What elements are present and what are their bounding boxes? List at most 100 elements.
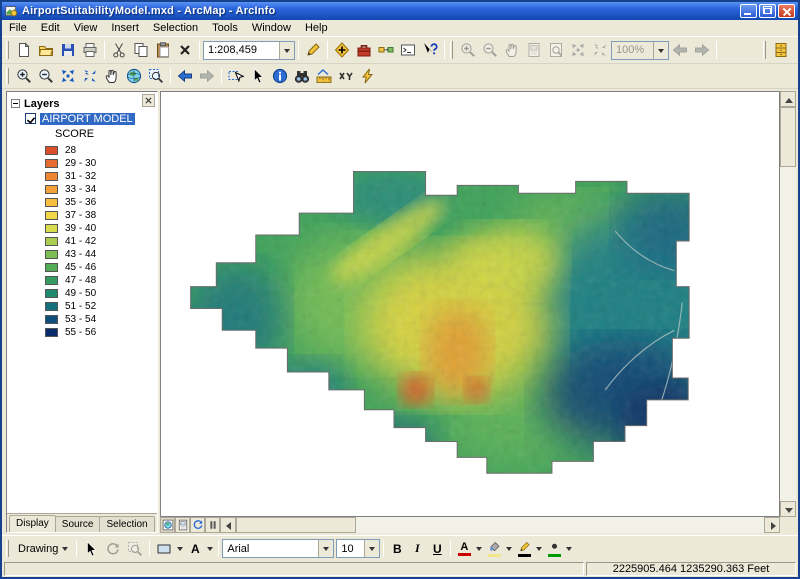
- toc-root-row[interactable]: Layers: [11, 96, 157, 111]
- fill-color-button[interactable]: [484, 539, 504, 559]
- pause-drawing-button[interactable]: [205, 517, 220, 533]
- toc-tab-selection[interactable]: Selection: [99, 516, 155, 532]
- text-tool-button[interactable]: A: [185, 539, 205, 559]
- identify-button[interactable]: [269, 66, 291, 87]
- legend-color-swatch[interactable]: [45, 146, 58, 155]
- legend-color-swatch[interactable]: [45, 172, 58, 181]
- shape-tool-dropdown[interactable]: [175, 539, 185, 559]
- pan-tool-button[interactable]: [101, 66, 123, 87]
- marker-color-button[interactable]: [544, 539, 564, 559]
- arccatalog-button[interactable]: [770, 40, 792, 61]
- zoom-in-tool-button[interactable]: [13, 66, 35, 87]
- find-button[interactable]: [291, 66, 313, 87]
- legend-color-swatch[interactable]: [45, 263, 58, 272]
- layout-fixed-zoom-in-button[interactable]: [567, 40, 589, 61]
- fixed-zoom-in-button[interactable]: [57, 66, 79, 87]
- fill-color-dropdown[interactable]: [504, 539, 514, 559]
- menu-item-help[interactable]: Help: [298, 21, 335, 35]
- layout-zoom-out-button[interactable]: [479, 40, 501, 61]
- font-size-combo[interactable]: 10: [336, 539, 381, 558]
- legend-color-swatch[interactable]: [45, 185, 58, 194]
- menu-item-selection[interactable]: Selection: [146, 21, 205, 35]
- command-line-button[interactable]: [397, 40, 419, 61]
- measure-button[interactable]: [313, 66, 335, 87]
- layout-fixed-zoom-out-button[interactable]: [589, 40, 611, 61]
- fixed-zoom-out-button[interactable]: [79, 66, 101, 87]
- scroll-right-button[interactable]: [764, 517, 780, 533]
- underline-button[interactable]: U: [427, 539, 447, 559]
- vertical-scroll-thumb[interactable]: [780, 107, 796, 167]
- scroll-down-button[interactable]: [780, 501, 796, 517]
- menu-item-edit[interactable]: Edit: [34, 21, 67, 35]
- legend-color-swatch[interactable]: [45, 237, 58, 246]
- layout-back-extent-button[interactable]: [669, 40, 691, 61]
- close-button[interactable]: [778, 4, 795, 18]
- draw-select-elements-button[interactable]: [80, 538, 102, 559]
- italic-button[interactable]: I: [407, 539, 427, 559]
- toolbar-grip[interactable]: [6, 539, 9, 558]
- drawing-menu-button[interactable]: Drawing: [13, 540, 73, 558]
- scroll-left-button[interactable]: [220, 517, 236, 533]
- font-size-dropdown[interactable]: [364, 540, 380, 557]
- editor-toolbar-button[interactable]: [302, 40, 324, 61]
- layer-visibility-checkbox[interactable]: [25, 113, 36, 124]
- layout-view-button[interactable]: [175, 517, 190, 533]
- horizontal-scroll-thumb[interactable]: [236, 517, 356, 533]
- full-extent-button[interactable]: [123, 66, 145, 87]
- legend-color-swatch[interactable]: [45, 250, 58, 259]
- legend-color-swatch[interactable]: [45, 159, 58, 168]
- scroll-up-button[interactable]: [780, 91, 796, 107]
- menu-item-insert[interactable]: Insert: [104, 21, 146, 35]
- go-to-xy-button[interactable]: [335, 66, 357, 87]
- toolbar-grip[interactable]: [6, 67, 9, 85]
- open-map-button[interactable]: [35, 40, 57, 61]
- bold-button[interactable]: B: [387, 539, 407, 559]
- line-color-button[interactable]: [514, 539, 534, 559]
- toc-tab-source[interactable]: Source: [54, 516, 101, 532]
- horizontal-scrollbar[interactable]: [220, 517, 780, 533]
- menu-item-file[interactable]: File: [2, 21, 34, 35]
- line-color-dropdown[interactable]: [534, 539, 544, 559]
- new-map-button[interactable]: [13, 40, 35, 61]
- print-button[interactable]: [79, 40, 101, 61]
- menu-item-window[interactable]: Window: [245, 21, 298, 35]
- select-elements-button[interactable]: [247, 66, 269, 87]
- vertical-scrollbar[interactable]: [780, 91, 796, 517]
- text-tool-dropdown[interactable]: [205, 539, 215, 559]
- font-color-dropdown[interactable]: [474, 539, 484, 559]
- menu-item-view[interactable]: View: [67, 21, 105, 35]
- layout-100pct-button[interactable]: [545, 40, 567, 61]
- legend-color-swatch[interactable]: [45, 328, 58, 337]
- minimize-button[interactable]: [740, 4, 757, 18]
- arctoolbox-button[interactable]: [353, 40, 375, 61]
- legend-color-swatch[interactable]: [45, 211, 58, 220]
- map-canvas[interactable]: [160, 91, 780, 517]
- font-color-button[interactable]: A: [454, 539, 474, 559]
- marker-color-dropdown[interactable]: [564, 539, 574, 559]
- toc-tab-display[interactable]: Display: [9, 515, 56, 532]
- data-view-button[interactable]: [160, 517, 175, 533]
- select-features-button[interactable]: [225, 66, 247, 87]
- layout-pan-button[interactable]: [501, 40, 523, 61]
- zoom-to-selected-button[interactable]: [145, 66, 167, 87]
- rotate-element-button[interactable]: [102, 538, 124, 559]
- tree-collapse-icon[interactable]: [11, 99, 20, 108]
- toc-layer-row[interactable]: AIRPORT MODEL: [11, 111, 157, 126]
- restore-button[interactable]: [759, 4, 776, 18]
- shape-tool-button[interactable]: [153, 538, 175, 559]
- legend-color-swatch[interactable]: [45, 302, 58, 311]
- legend-color-swatch[interactable]: [45, 198, 58, 207]
- toolbar-grip[interactable]: [450, 40, 453, 60]
- legend-color-swatch[interactable]: [45, 315, 58, 324]
- layer-name[interactable]: AIRPORT MODEL: [40, 112, 135, 125]
- legend-color-swatch[interactable]: [45, 224, 58, 233]
- zoom-out-tool-button[interactable]: [35, 66, 57, 87]
- add-data-button[interactable]: [331, 40, 353, 61]
- toolbar-grip[interactable]: [6, 40, 9, 60]
- cut-button[interactable]: [108, 40, 130, 61]
- layout-zoom-percent-combo[interactable]: 100%: [611, 40, 669, 60]
- delete-button[interactable]: [174, 40, 196, 61]
- layout-zoom-dropdown[interactable]: [653, 41, 668, 59]
- toolbar-grip[interactable]: [763, 40, 766, 60]
- save-button[interactable]: [57, 40, 79, 61]
